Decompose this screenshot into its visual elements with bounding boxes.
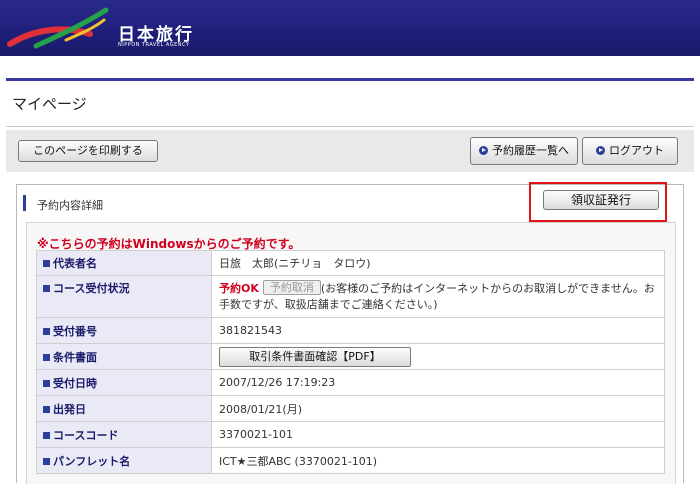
row-label: 代表者名 bbox=[36, 250, 212, 276]
logout-button[interactable]: ログアウト bbox=[582, 137, 678, 165]
table-row: コースコード 3370021-101 bbox=[36, 421, 665, 448]
table-row: 条件書面 取引条件書面確認【PDF】 bbox=[36, 343, 665, 370]
square-bullet-icon bbox=[43, 457, 50, 465]
action-bar: このページを印刷する 予約履歴一覧へ ログアウト bbox=[6, 130, 694, 172]
arrow-right-icon bbox=[596, 146, 605, 155]
pamphlet-name: ICT★三都ABC (3370021-101) bbox=[211, 447, 665, 474]
status-ok-label: 予約OK bbox=[219, 282, 259, 295]
arrow-right-icon bbox=[479, 146, 488, 155]
square-bullet-icon bbox=[43, 405, 50, 413]
square-bullet-icon bbox=[43, 285, 50, 292]
departure-date: 2008/01/21(月) bbox=[211, 395, 665, 422]
table-row: 受付日時 2007/12/26 17:19:23 bbox=[36, 369, 665, 396]
reservation-history-button[interactable]: 予約履歴一覧へ bbox=[470, 137, 578, 165]
logo-swoosh-icon bbox=[7, 7, 109, 49]
panel-title: 予約内容詳細 bbox=[37, 199, 103, 212]
receipt-issue-button[interactable]: 領収証発行 bbox=[543, 190, 659, 210]
square-bullet-icon bbox=[43, 379, 50, 387]
reservation-detail-table: 代表者名 日旅 太郎(ニチリョ タロウ) コース受付状況 予約OK 予約取消 (お客… bbox=[36, 250, 665, 474]
table-row: パンフレット名 ICT★三都ABC (3370021-101) bbox=[36, 447, 665, 474]
cancel-reservation-button: 予約取消 bbox=[262, 280, 321, 295]
course-status: 予約OK 予約取消 (お客様のご予約はインターネットからのお取消しができません。お手… bbox=[211, 275, 665, 318]
reservation-history-label: 予約履歴一覧へ bbox=[492, 144, 569, 157]
row-label: コース受付状況 bbox=[36, 275, 212, 318]
print-page-button[interactable]: このページを印刷する bbox=[18, 140, 158, 162]
square-bullet-icon bbox=[43, 260, 50, 267]
page-title: マイページ bbox=[12, 95, 87, 113]
reception-number: 381821543 bbox=[211, 317, 665, 344]
detail-table-container: ※こちらの予約はWindowsからのご予約です。 代表者名 日旅 太郎(ニチリョ… bbox=[26, 222, 676, 484]
reservation-detail-panel: 予約内容詳細 領収証発行 ※こちらの予約はWindowsからのご予約です。 代表… bbox=[16, 182, 684, 484]
square-bullet-icon bbox=[43, 353, 50, 361]
row-label: 条件書面 bbox=[36, 343, 212, 370]
square-bullet-icon bbox=[43, 431, 50, 439]
panel-header-marker bbox=[23, 195, 26, 211]
row-label: 受付番号 bbox=[36, 317, 212, 344]
row-label: コースコード bbox=[36, 421, 212, 448]
title-divider bbox=[6, 78, 694, 81]
row-label: パンフレット名 bbox=[36, 447, 212, 474]
row-label: 受付日時 bbox=[36, 369, 212, 396]
representative-name: 日旅 太郎(ニチリョ タロウ) bbox=[211, 250, 665, 276]
logout-label: ログアウト bbox=[609, 144, 664, 157]
logo-subtitle: NIPPON TRAVEL AGENCY bbox=[118, 42, 190, 48]
title-bottom-divider bbox=[6, 126, 694, 127]
conditions-pdf-button[interactable]: 取引条件書面確認【PDF】 bbox=[219, 346, 411, 367]
row-label: 出発日 bbox=[36, 395, 212, 422]
logo[interactable]: 日本旅行 NIPPON TRAVEL AGENCY bbox=[6, 4, 226, 52]
table-row: 代表者名 日旅 太郎(ニチリョ タロウ) bbox=[36, 250, 665, 276]
reception-datetime: 2007/12/26 17:19:23 bbox=[211, 369, 665, 396]
table-row: 受付番号 381821543 bbox=[36, 317, 665, 344]
course-code: 3370021-101 bbox=[211, 421, 665, 448]
table-row: 出発日 2008/01/21(月) bbox=[36, 395, 665, 422]
square-bullet-icon bbox=[43, 327, 50, 335]
table-row: コース受付状況 予約OK 予約取消 (お客様のご予約はインターネットからのお取消しが… bbox=[36, 275, 665, 318]
site-header: 日本旅行 NIPPON TRAVEL AGENCY bbox=[0, 0, 700, 56]
conditions-document-cell: 取引条件書面確認【PDF】 bbox=[211, 343, 665, 370]
